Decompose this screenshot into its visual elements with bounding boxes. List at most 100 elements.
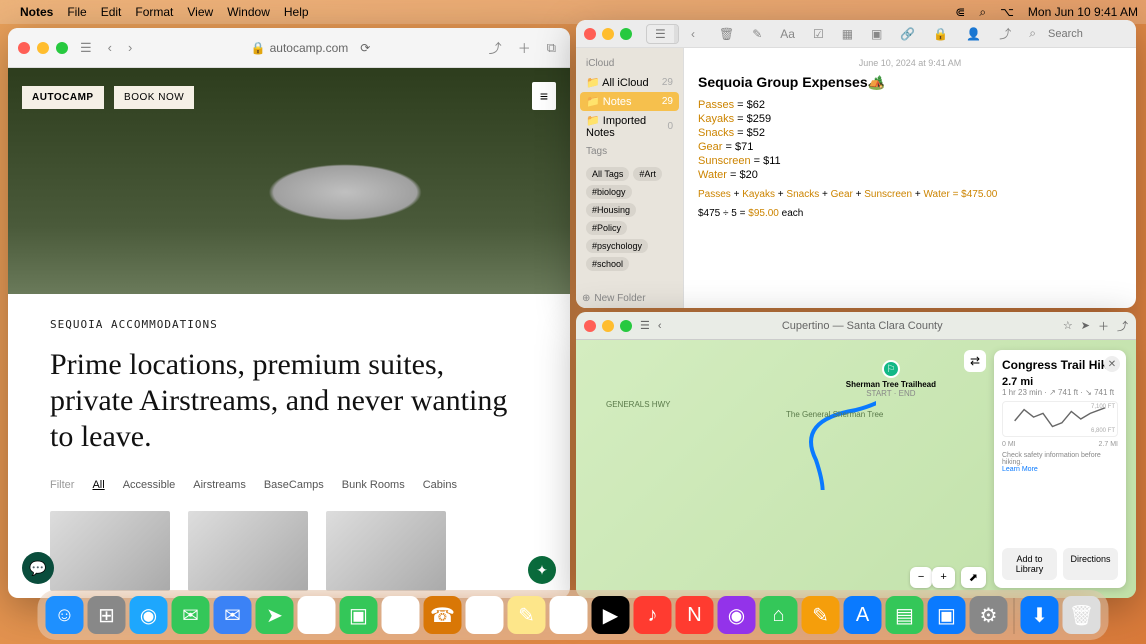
sidebar-icon[interactable]: ☰ <box>640 319 650 332</box>
minimize-window-button[interactable] <box>602 28 614 40</box>
list-view-icon[interactable]: ☰ <box>647 25 674 43</box>
accommodation-thumbnail[interactable] <box>188 511 308 591</box>
book-now-button[interactable]: BOOK NOW <box>114 86 194 109</box>
grid-view-icon[interactable]: ▦ <box>674 25 679 43</box>
menu-edit[interactable]: Edit <box>101 5 122 19</box>
accommodation-thumbnail[interactable] <box>50 511 170 591</box>
reload-icon[interactable]: ⟳ <box>360 41 370 55</box>
zoom-out-button[interactable]: − <box>910 567 932 588</box>
close-panel-icon[interactable]: ✕ <box>1104 356 1120 372</box>
back-button-icon[interactable]: ‹ <box>104 38 116 57</box>
directions-button[interactable]: Directions <box>1063 548 1118 580</box>
site-menu-icon[interactable]: ≡ <box>532 82 556 110</box>
close-window-button[interactable] <box>584 28 596 40</box>
dock-photos-icon[interactable]: ✿ <box>298 596 336 634</box>
map-canvas[interactable]: GENERALS HWY ⚐ Sherman Tree Trailhead ST… <box>576 340 1136 598</box>
filter-cabins[interactable]: Cabins <box>423 479 457 491</box>
filter-accessible[interactable]: Accessible <box>123 479 176 491</box>
share-icon[interactable]: ⤴ <box>1117 318 1128 334</box>
dock-maps-icon[interactable]: ➤ <box>256 596 294 634</box>
bookmark-icon[interactable]: ☆ <box>1063 319 1073 332</box>
maximize-window-button[interactable] <box>620 320 632 332</box>
dock-tv-icon[interactable]: ▶ <box>592 596 630 634</box>
notes-search-input[interactable] <box>1048 28 1128 40</box>
dock-messages-icon[interactable]: ✉ <box>172 596 210 634</box>
wifi-icon[interactable]: ⋐ <box>955 5 965 19</box>
menu-view[interactable]: View <box>187 5 213 19</box>
share-icon[interactable]: ⤴ <box>485 36 506 59</box>
menubar-datetime[interactable]: Mon Jun 10 9:41 AM <box>1028 5 1138 19</box>
view-mode-segmented[interactable]: ☰ ▦ <box>646 24 679 44</box>
tag-item[interactable]: #psychology <box>586 239 648 253</box>
site-logo[interactable]: AUTOCAMP <box>22 86 104 109</box>
add-icon[interactable]: ＋ <box>1098 318 1109 334</box>
dock-pages-icon[interactable]: ✎ <box>802 596 840 634</box>
delete-icon[interactable]: 🗑 <box>713 25 740 43</box>
format-icon[interactable]: Aa <box>774 25 801 43</box>
sidebar-item-all[interactable]: 📁 All iCloud29 <box>580 73 679 92</box>
dock-contacts-icon[interactable]: ☎ <box>424 596 462 634</box>
tag-item[interactable]: #Policy <box>586 221 627 235</box>
back-icon[interactable]: ‹ <box>658 320 662 332</box>
sidebar-item-imported[interactable]: 📁 Imported Notes0 <box>580 111 679 142</box>
address-bar[interactable]: 🔒 autocamp.com ⟳ <box>144 41 476 55</box>
compass-icon[interactable]: ⬈ <box>961 567 986 588</box>
filter-all[interactable]: All <box>92 479 104 491</box>
accessibility-fab-icon[interactable]: ✦ <box>528 556 556 584</box>
tabs-icon[interactable]: ⧉ <box>543 38 560 58</box>
link-icon[interactable]: 🔗 <box>894 25 921 43</box>
maximize-window-button[interactable] <box>620 28 632 40</box>
dock-news-icon[interactable]: N <box>676 596 714 634</box>
media-icon[interactable]: ▣ <box>865 25 888 43</box>
minimize-window-button[interactable] <box>602 320 614 332</box>
menu-help[interactable]: Help <box>284 5 309 19</box>
route-icon[interactable]: ➤ <box>1081 319 1090 332</box>
tag-item[interactable]: #school <box>586 257 629 271</box>
dock-home-icon[interactable]: ⌂ <box>760 596 798 634</box>
dock-podcasts-icon[interactable]: ◉ <box>718 596 756 634</box>
close-window-button[interactable] <box>18 42 30 54</box>
table-icon[interactable]: ▦ <box>836 25 859 43</box>
tag-item[interactable]: #Housing <box>586 203 636 217</box>
dock-numbers-icon[interactable]: ▤ <box>886 596 924 634</box>
dock-reminders-icon[interactable]: ☰ <box>466 596 504 634</box>
app-menu[interactable]: Notes <box>20 5 53 19</box>
add-to-library-button[interactable]: Add to Library <box>1002 548 1057 580</box>
maximize-window-button[interactable] <box>56 42 68 54</box>
dock-mail-icon[interactable]: ✉ <box>214 596 252 634</box>
tag-item[interactable]: All Tags <box>586 167 629 181</box>
learn-more-link[interactable]: Learn More <box>1002 466 1038 473</box>
new-folder-button[interactable]: ⊕ New Folder <box>582 293 646 304</box>
dock-notes-icon[interactable]: ✎ <box>508 596 546 634</box>
search-icon[interactable]: ⌕ <box>979 5 986 20</box>
note-editor[interactable]: June 10, 2024 at 9:41 AM Sequoia Group E… <box>684 48 1136 308</box>
minimize-window-button[interactable] <box>37 42 49 54</box>
trailhead-marker[interactable]: ⚐ Sherman Tree Trailhead START · END <box>846 360 936 398</box>
collaborate-icon[interactable]: 👤 <box>960 25 987 43</box>
filter-airstreams[interactable]: Airstreams <box>193 479 246 491</box>
sidebar-toggle-icon[interactable]: ☰ <box>76 38 96 58</box>
filter-basecamps[interactable]: BaseCamps <box>264 479 324 491</box>
tag-item[interactable]: #Art <box>633 167 662 181</box>
share-icon[interactable]: ⤴ <box>993 23 1017 44</box>
close-window-button[interactable] <box>584 320 596 332</box>
dock-calendar-icon[interactable]: 10 <box>382 596 420 634</box>
lock-icon[interactable]: 🔒 <box>927 25 954 43</box>
chat-fab-icon[interactable]: 💬 <box>22 552 54 584</box>
menu-format[interactable]: Format <box>135 5 173 19</box>
dock-trash-icon[interactable]: 🗑 <box>1063 596 1101 634</box>
dock-app-store-icon[interactable]: A <box>844 596 882 634</box>
menu-window[interactable]: Window <box>227 5 270 19</box>
accommodation-thumbnail[interactable] <box>326 511 446 591</box>
dock-music-icon[interactable]: ♪ <box>634 596 672 634</box>
sidebar-item-notes[interactable]: 📁 Notes29 <box>580 92 679 111</box>
dock-settings-icon[interactable]: ⚙ <box>970 596 1008 634</box>
new-tab-icon[interactable]: ＋ <box>514 36 535 59</box>
poi-label[interactable]: The General Sherman Tree <box>786 410 883 419</box>
dock-downloads-icon[interactable]: ⬇ <box>1021 596 1059 634</box>
dock-freeform-icon[interactable]: ✎ <box>550 596 588 634</box>
dock-facetime-icon[interactable]: ▣ <box>340 596 378 634</box>
menu-file[interactable]: File <box>67 5 86 19</box>
checklist-icon[interactable]: ☑ <box>807 25 830 43</box>
dock-keynote-icon[interactable]: ▣ <box>928 596 966 634</box>
